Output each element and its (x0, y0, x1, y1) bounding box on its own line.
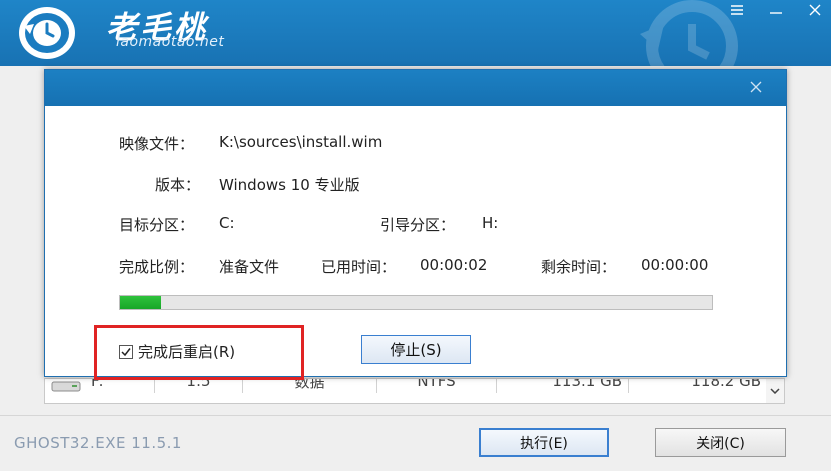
progress-bar (119, 295, 713, 310)
progress-dialog: 映像文件： K:\sources\install.wim 版本： Windows… (44, 69, 787, 380)
drive-icon (51, 381, 81, 392)
target-partition-label: 目标分区： (119, 216, 195, 234)
version-label: GHOST32.EXE 11.5.1 (14, 434, 182, 452)
drive-cell: F: (45, 379, 155, 393)
partition-free: 113.1 GB (497, 379, 629, 393)
version-value: Windows 10 专业版 (219, 176, 360, 194)
progress-label: 完成比例： (119, 258, 195, 276)
minimize-icon[interactable] (763, 0, 789, 20)
close-button[interactable]: 关闭(C) (655, 428, 786, 457)
image-file-label: 映像文件： (119, 135, 195, 153)
image-file-value: K:\sources\install.wim (219, 133, 383, 151)
boot-partition-value: H: (482, 214, 499, 232)
version-label: 版本： (155, 176, 201, 194)
target-partition-value: C: (219, 214, 235, 232)
table-row[interactable]: F: 1:5 数据 NTFS 113.1 GB 118.2 GB (45, 378, 767, 393)
reboot-after-label: 完成后重启(R) (138, 343, 236, 361)
progress-status: 准备文件 (219, 258, 280, 276)
reboot-after-checkbox[interactable]: 完成后重启(R) (119, 341, 235, 362)
remaining-time-label: 剩余时间： (541, 258, 617, 276)
app-header: 老毛桃 laomaotao.net (0, 0, 831, 66)
partition-list[interactable]: F: 1:5 数据 NTFS 113.1 GB 118.2 GB (44, 378, 785, 404)
elapsed-time-label: 已用时间： (321, 258, 397, 276)
dialog-close-icon[interactable] (745, 76, 767, 98)
scroll-down-icon[interactable] (766, 379, 784, 403)
elapsed-time-value: 00:00:02 (420, 256, 488, 274)
remaining-time-value: 00:00:00 (641, 256, 709, 274)
partition-type: 数据 (243, 379, 377, 393)
progress-fill (120, 296, 162, 309)
boot-partition-label: 引导分区： (380, 216, 456, 234)
menu-icon[interactable] (724, 0, 750, 20)
partition-index: 1:5 (155, 379, 243, 393)
footer-divider (0, 415, 831, 416)
execute-button[interactable]: 执行(E) (479, 428, 609, 457)
close-icon[interactable] (802, 0, 828, 20)
stop-button[interactable]: 停止(S) (361, 335, 471, 364)
checkbox-icon[interactable] (119, 344, 133, 359)
dialog-titlebar (45, 70, 786, 106)
brand-url: laomaotao.net (116, 34, 225, 50)
partition-fs: NTFS (377, 379, 497, 393)
app-logo-icon (19, 7, 75, 59)
partition-total: 118.2 GB (691, 378, 761, 390)
